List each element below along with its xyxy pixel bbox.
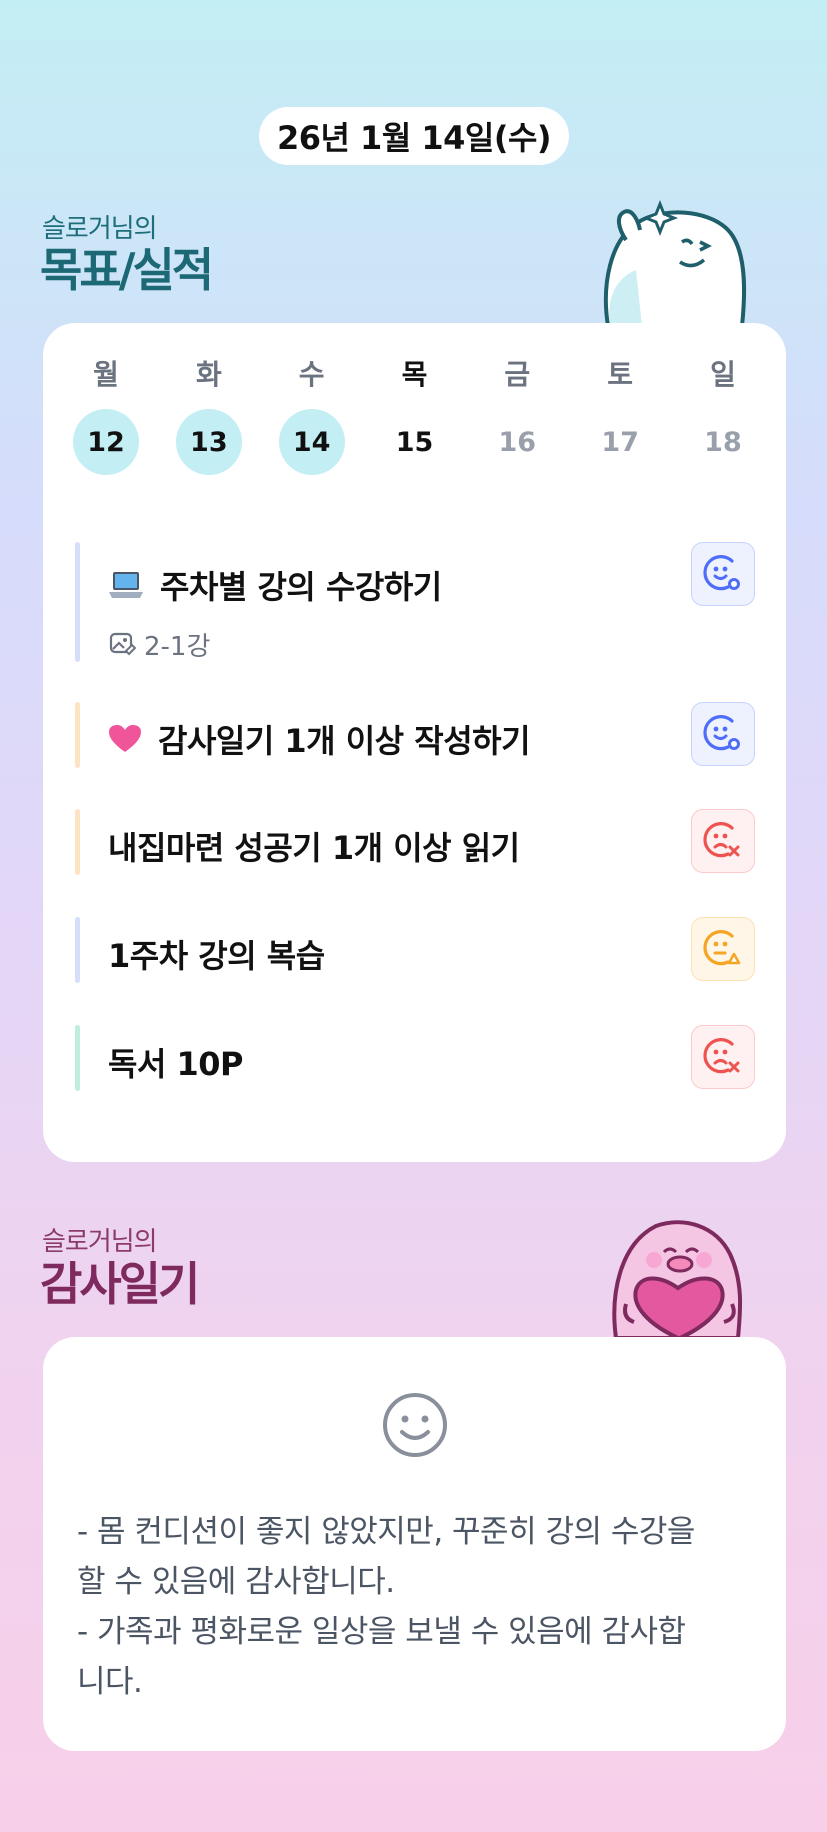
goal-title: 감사일기 1개 이상 작성하기 <box>108 716 531 762</box>
status-good-icon[interactable] <box>691 702 755 766</box>
status-bad-icon[interactable] <box>691 809 755 873</box>
date-pill[interactable]: 26년 1월 14일(수) <box>259 107 569 165</box>
day-name: 금 <box>504 358 531 391</box>
day-name: 토 <box>607 358 634 391</box>
goal-color-bar <box>75 702 80 768</box>
goal-text: 1주차 강의 복습 <box>108 937 325 975</box>
day-18[interactable]: 일 18 <box>690 353 756 475</box>
goals-card: 월 12 화 13 수 14 목 15 금 16 토 17 일 18 주차별 강의 수강하기 2-1강감사일… <box>43 323 786 1162</box>
status-mid-icon[interactable] <box>691 917 755 981</box>
day-number: 14 <box>278 409 345 475</box>
day-name: 일 <box>710 358 736 391</box>
goal-title: 1주차 강의 복습 <box>108 931 325 977</box>
day-name: 수 <box>298 358 325 391</box>
goal-color-bar <box>75 809 80 875</box>
goal-color-bar <box>75 917 80 983</box>
mascot-heart-icon <box>612 1220 743 1338</box>
status-good-icon[interactable] <box>691 542 755 606</box>
goal-item[interactable]: 주차별 강의 수강하기 2-1강 <box>75 542 755 662</box>
goal-title: 독서 10P <box>108 1039 244 1085</box>
image-icon <box>108 631 136 659</box>
day-name: 목 <box>401 358 428 391</box>
day-16[interactable]: 금 16 <box>484 353 550 475</box>
day-17[interactable]: 토 17 <box>587 353 653 475</box>
goals-title: 목표/실적 <box>40 243 214 297</box>
goal-title: 주차별 강의 수강하기 <box>108 562 442 608</box>
day-number: 18 <box>704 426 742 458</box>
laptop-icon <box>108 570 144 600</box>
day-number: 12 <box>73 409 139 475</box>
gratitude-text: - 몸 컨디션이 좋지 않았지만, 꾸준히 강의 수강을 할 수 있음에 감사합… <box>77 1514 695 1700</box>
day-number: 17 <box>601 426 639 458</box>
gratitude-title: 감사일기 <box>40 1257 200 1311</box>
week-strip: 월 12 화 13 수 14 목 15 금 16 토 17 일 18 <box>73 353 756 475</box>
goal-text: 독서 10P <box>108 1045 244 1083</box>
goal-text: 내집마련 성공기 1개 이상 읽기 <box>108 829 520 867</box>
goal-title: 내집마련 성공기 1개 이상 읽기 <box>108 823 520 869</box>
day-name: 월 <box>93 358 119 391</box>
mascot-thumbsup-icon <box>604 199 747 326</box>
goal-color-bar <box>75 542 80 662</box>
day-number: 16 <box>498 426 537 458</box>
goal-item[interactable]: 1주차 강의 복습 <box>75 917 755 983</box>
day-name: 화 <box>195 358 222 391</box>
goal-item[interactable]: 내집마련 성공기 1개 이상 읽기 <box>75 809 755 875</box>
goal-text: 감사일기 1개 이상 작성하기 <box>158 722 531 760</box>
goal-item[interactable]: 감사일기 1개 이상 작성하기 <box>75 702 755 768</box>
smile-icon <box>382 1393 447 1457</box>
day-12[interactable]: 월 12 <box>73 353 139 475</box>
day-number: 13 <box>175 409 242 475</box>
day-13[interactable]: 화 13 <box>175 353 242 475</box>
status-bad-icon[interactable] <box>691 1025 755 1089</box>
gratitude-card: - 몸 컨디션이 좋지 않았지만, 꾸준히 강의 수강을 할 수 있음에 감사합… <box>43 1337 786 1751</box>
goal-text: 주차별 강의 수강하기 <box>160 568 442 606</box>
goal-item[interactable]: 독서 10P <box>75 1025 755 1091</box>
goal-detail-text: 2-1강 <box>144 632 211 662</box>
goal-color-bar <box>75 1025 80 1091</box>
heart-icon <box>108 724 142 754</box>
day-number: 15 <box>395 426 434 458</box>
day-14[interactable]: 수 14 <box>278 353 345 475</box>
goal-detail: 2-1강 <box>108 626 210 663</box>
day-15[interactable]: 목 15 <box>381 353 447 475</box>
